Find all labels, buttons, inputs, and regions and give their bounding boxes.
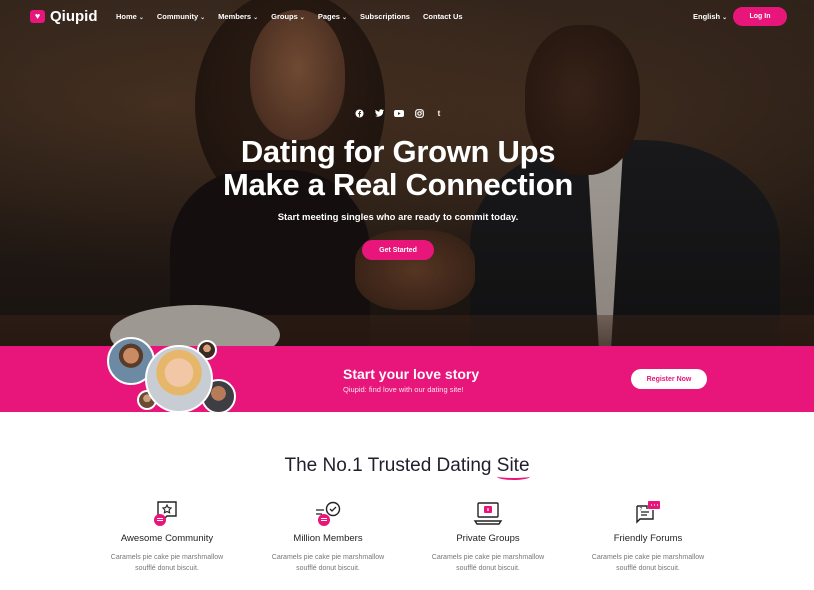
nav-label: Home — [116, 12, 137, 21]
feature-description-line: Caramels pie cake pie marshmallow — [431, 554, 545, 561]
nav-label: Community — [156, 12, 199, 21]
facebook-icon[interactable] — [354, 108, 364, 118]
feature-title: Private Groups — [456, 533, 520, 544]
twitter-icon[interactable] — [374, 108, 384, 118]
feature-description: Caramels pie cake pie marshmallow souffl… — [403, 552, 573, 574]
feature-description: Caramels pie cake pie marshmallow souffl… — [563, 552, 733, 574]
language-selector[interactable]: English ⌄ — [693, 12, 727, 21]
feature-title: Awesome Community — [120, 533, 214, 544]
feature-description: Caramels pie cake pie marshmallow souffl… — [243, 552, 413, 574]
feature-description-line: soufflé donut biscuit. — [296, 565, 360, 572]
feature-title: Friendly Forums — [613, 533, 683, 544]
chevron-down-icon: ⌄ — [722, 15, 728, 21]
nav-item-pages[interactable]: Pages ⌄ — [318, 12, 347, 21]
features-heading-main: The No.1 Trusted Dating — [284, 455, 497, 476]
feature-description-line: Caramels pie cake pie marshmallow — [591, 554, 705, 561]
feature-description-line: soufflé donut biscuit. — [456, 565, 520, 572]
feature-private-groups: Private Groups Caramels pie cake pie mar… — [403, 500, 573, 574]
feature-description-line: Caramels pie cake pie marshmallow — [110, 554, 224, 561]
community-icon — [152, 500, 182, 528]
members-icon — [313, 500, 343, 528]
features-heading-highlight: Site — [496, 455, 530, 476]
feature-million-members: Million Members Caramels pie cake pie ma… — [243, 500, 413, 574]
feature-title: Million Members — [293, 533, 363, 544]
nav-item-community[interactable]: Community ⌄ — [157, 12, 205, 21]
get-started-button[interactable]: Get Started — [362, 240, 434, 260]
feature-description: Caramels pie cake pie marshmallow souffl… — [82, 552, 252, 574]
instagram-icon[interactable] — [414, 108, 424, 118]
nav-label: Contact Us — [422, 12, 463, 21]
register-now-button[interactable]: Register Now — [631, 369, 707, 389]
feature-friendly-forums: ? Friendly Forums Caramels pie cake pie … — [563, 500, 733, 574]
nav-item-contact[interactable]: Contact Us — [423, 12, 463, 21]
band-title: Start your love story — [343, 366, 480, 382]
brand-name: Qiupid — [50, 8, 98, 25]
login-button[interactable]: Log In — [733, 7, 787, 26]
hero-section: Qiupid Home⌄ Community⌄ Members⌄ Groups⌄… — [0, 0, 814, 346]
chevron-down-icon: ⌄ — [299, 15, 305, 21]
forum-icon: ? — [633, 500, 663, 528]
top-navbar: Qiupid Home⌄ Community⌄ Members⌄ Groups⌄… — [0, 0, 814, 34]
nav-item-subscriptions[interactable]: Subscriptions — [360, 12, 410, 21]
main-menu: Home ⌄ Community ⌄ Members ⌄ Groups ⌄ Pages ⌄… — [116, 12, 463, 21]
hero-subtitle: Start meeting singles who are ready to c… — [277, 212, 519, 223]
nav-item-home[interactable]: Home ⌄ — [116, 12, 144, 21]
chevron-down-icon: ⌄ — [138, 15, 144, 21]
nav-label: Pages — [317, 12, 340, 21]
site-logo[interactable]: Qiupid — [30, 8, 98, 25]
svg-text:?: ? — [640, 507, 643, 513]
features-heading: The No.1 Trusted Dating Site — [0, 455, 814, 477]
band-subtitle: Qiupid: find love with our dating site! — [343, 385, 464, 394]
feature-awesome-community: Awesome Community Caramels pie cake pie … — [82, 500, 252, 574]
hero-title-line-1: Dating for Grown Ups — [240, 134, 556, 169]
member-avatar-featured — [145, 345, 213, 413]
laptop-icon — [473, 500, 503, 528]
tumblr-icon[interactable]: t — [434, 108, 444, 118]
nav-label: Subscriptions — [359, 12, 410, 21]
nav-item-groups[interactable]: Groups ⌄ — [271, 12, 305, 21]
social-links: t — [354, 108, 444, 118]
chevron-down-icon: ⌄ — [341, 15, 347, 21]
chevron-down-icon: ⌄ — [253, 15, 259, 21]
chevron-down-icon: ⌄ — [200, 15, 206, 21]
hero-title-line-2: Make a Real Connection — [223, 167, 573, 202]
feature-description-line: Caramels pie cake pie marshmallow — [271, 554, 385, 561]
nav-label: Groups — [271, 12, 298, 21]
hero-title: Dating for Grown Ups Make a Real Connect… — [0, 135, 796, 201]
nav-item-members[interactable]: Members ⌄ — [218, 12, 258, 21]
feature-description-line: soufflé donut biscuit. — [135, 565, 199, 572]
feature-description-line: soufflé donut biscuit. — [616, 565, 680, 572]
heart-logo-icon — [30, 10, 45, 23]
language-label: English — [693, 12, 721, 21]
youtube-icon[interactable] — [394, 108, 404, 118]
nav-label: Members — [218, 12, 252, 21]
